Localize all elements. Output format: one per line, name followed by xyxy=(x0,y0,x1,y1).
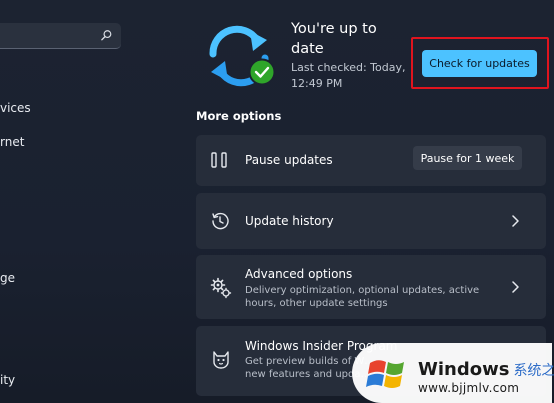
gears-icon xyxy=(210,277,232,299)
pause-icon xyxy=(211,152,227,168)
pause-updates-title: Pause updates xyxy=(245,153,333,167)
check-for-updates-button[interactable]: Check for updates xyxy=(422,50,537,77)
check-icon xyxy=(248,58,276,86)
nav-item-security[interactable]: ity xyxy=(0,373,15,387)
nav-item-internet[interactable]: rnet xyxy=(0,135,24,149)
advanced-options-description: Delivery optimization, optional updates,… xyxy=(245,285,480,309)
chevron-right-icon xyxy=(512,281,519,293)
search-input[interactable] xyxy=(0,23,121,49)
nav-item-language[interactable]: ge xyxy=(0,271,15,285)
history-icon xyxy=(212,212,229,230)
insider-cat-icon xyxy=(213,351,229,369)
search-icon xyxy=(101,30,112,41)
more-options-heading: More options xyxy=(196,109,282,123)
site-watermark: Windows系统之家 www.bjjmlv.com xyxy=(352,343,554,403)
status-title: You're up to date xyxy=(291,21,377,57)
settings-window: vices rnet ge ity You're up to date Last… xyxy=(0,0,554,403)
windows-logo xyxy=(366,360,404,388)
update-history-title: Update history xyxy=(245,214,334,228)
chevron-right-icon xyxy=(512,215,519,227)
advanced-options-title: Advanced options xyxy=(245,267,353,281)
watermark-brand-cn: 系统之家 xyxy=(513,363,554,379)
advanced-options-card[interactable]: Advanced options Delivery optimization, … xyxy=(196,255,546,319)
pause-for-1-week-button[interactable]: Pause for 1 week xyxy=(413,146,522,170)
nav-item-services[interactable]: vices xyxy=(0,101,31,115)
last-checked-text: Last checked: Today, 12:49 PM xyxy=(291,61,406,90)
update-history-card[interactable]: Update history xyxy=(196,193,546,249)
pause-updates-card: Pause updates Pause for 1 week xyxy=(196,135,546,186)
highlight-box: Check for updates xyxy=(411,37,549,89)
watermark-brand-en: Windows xyxy=(418,359,510,380)
watermark-url: www.bjjmlv.com xyxy=(418,381,520,395)
left-nav: vices rnet ge ity xyxy=(0,0,150,403)
watermark-brand: Windows系统之家 xyxy=(418,359,554,380)
sync-icon xyxy=(209,25,276,87)
